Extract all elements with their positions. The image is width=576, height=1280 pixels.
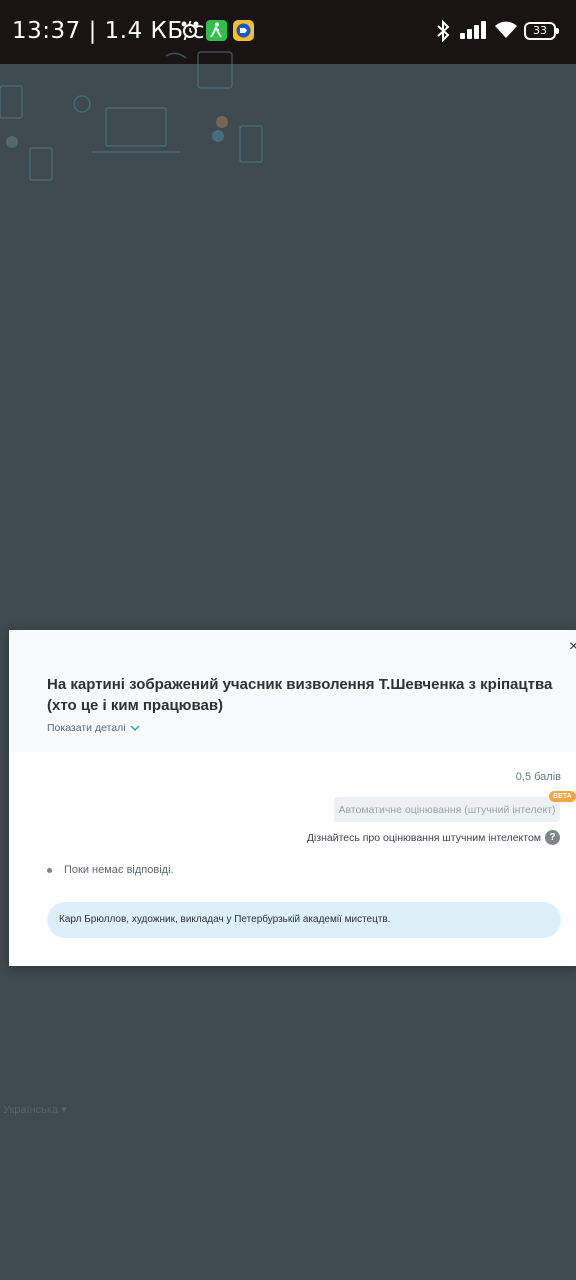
bluetooth-icon [437, 20, 450, 42]
beta-badge: BETA [549, 791, 576, 802]
question-title: На картині зображений учасник визволення… [47, 676, 553, 714]
screencast-icon [233, 20, 254, 41]
show-details-label: Показати деталі [47, 722, 126, 734]
ai-grading-button[interactable]: Автоматичне оцінювання (штучний інтелект… [334, 797, 560, 822]
show-details-toggle[interactable]: Показати деталі [47, 722, 140, 734]
help-icon[interactable]: ? [545, 830, 560, 845]
status-time-speed: 13:37 | 1.4 КБ/с [12, 18, 206, 44]
close-button[interactable]: × [569, 638, 576, 656]
language-selector[interactable]: Українська ▾ [3, 1103, 67, 1116]
chevron-down-icon [130, 725, 140, 732]
status-time: 13:37 [12, 18, 81, 44]
feedback-answer-box: Карл Брюллов, художник, викладач у Петер… [47, 902, 561, 938]
wifi-icon [495, 21, 517, 38]
question-review-modal: × На картині зображений учасник визволен… [9, 630, 576, 966]
ai-learn-more-link[interactable]: Дізнайтесь про оцінювання штучним інтеле… [307, 832, 541, 844]
answer-list-item: Поки немає відповіді. [47, 864, 174, 876]
walk-icon [206, 20, 227, 41]
background-illustration [0, 51, 263, 181]
score-label: 0,5 балів [515, 771, 561, 783]
alarm-icon [181, 21, 199, 38]
signal-icon [460, 21, 486, 39]
bullet-icon [47, 867, 52, 873]
no-answer-text: Поки немає відповіді. [64, 864, 174, 876]
battery-icon: 33 [524, 22, 559, 40]
